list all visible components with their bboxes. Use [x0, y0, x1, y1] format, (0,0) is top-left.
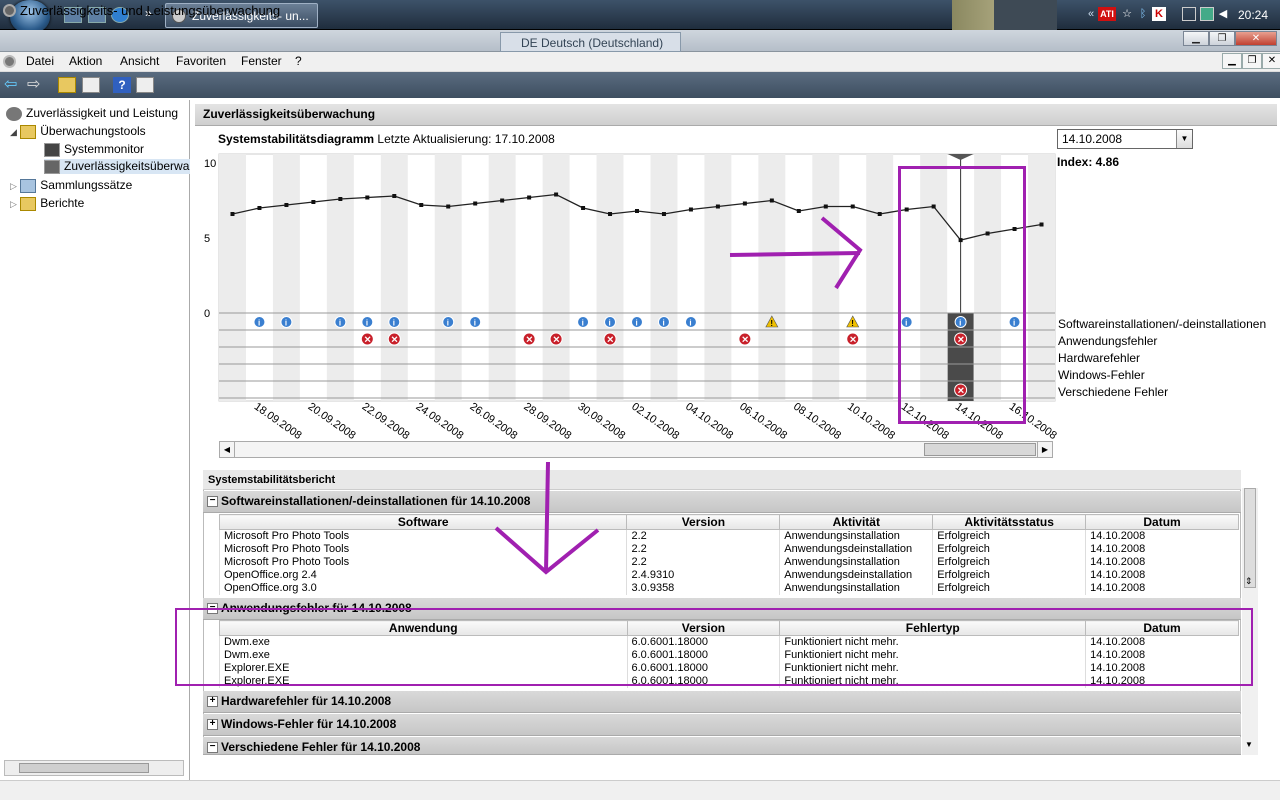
annotation-arrow-right	[729, 251, 861, 257]
annotation-arrows	[494, 216, 863, 575]
statusbar	[0, 780, 1280, 800]
annotation-arrow-down	[544, 461, 550, 573]
